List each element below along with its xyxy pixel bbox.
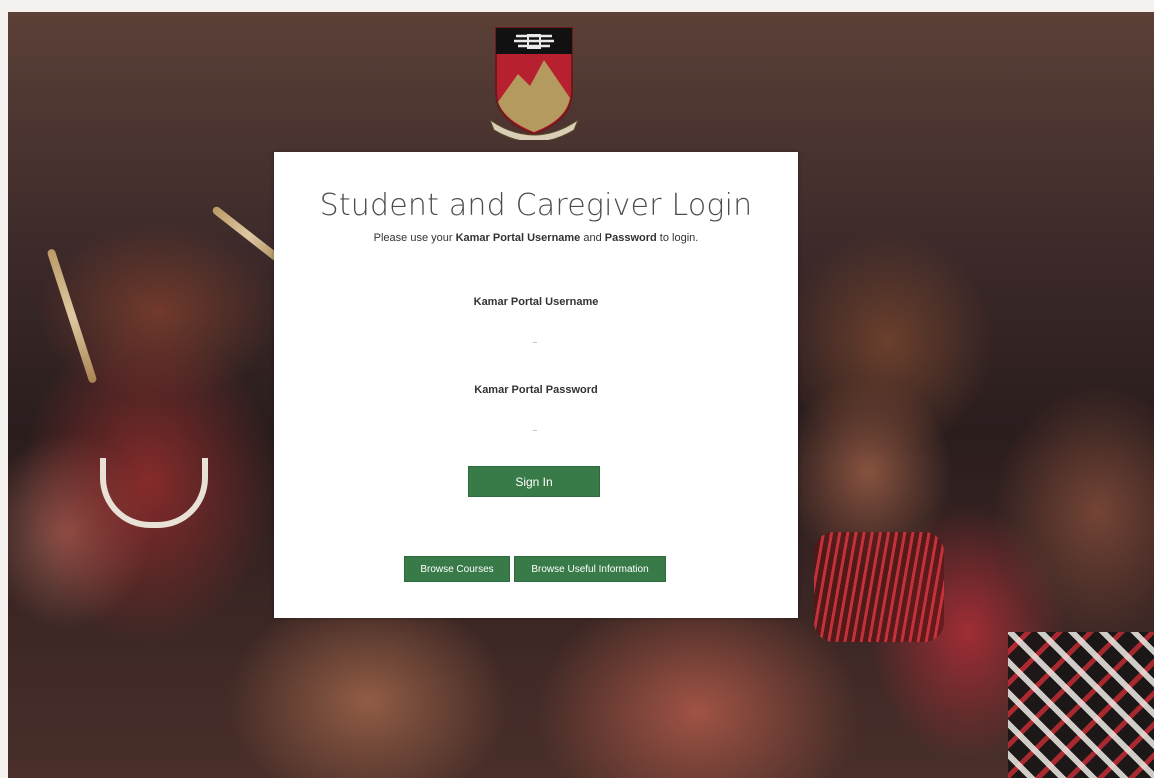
instructions-username-term: Kamar Portal Username — [455, 232, 581, 244]
bone-pendant-shape — [100, 458, 208, 528]
taiaha-shape — [46, 248, 98, 384]
page-title: Student and Caregiver Login — [319, 188, 753, 223]
taniko-pattern-shape — [1008, 632, 1154, 778]
username-caret — [533, 342, 537, 343]
instructions-suffix: to login. — [656, 232, 699, 244]
instructions-prefix: Please use your — [373, 232, 456, 244]
password-caret — [533, 430, 537, 431]
username-label: Kamar Portal Username — [473, 296, 599, 308]
password-input[interactable] — [456, 418, 620, 438]
sign-in-button[interactable]: Sign In — [468, 466, 600, 497]
browse-useful-information-button[interactable]: Browse Useful Information — [514, 556, 666, 582]
password-label: Kamar Portal Password — [474, 384, 598, 396]
school-crest-icon — [488, 27, 580, 140]
username-input[interactable] — [456, 330, 620, 350]
instructions-connector: and — [580, 232, 605, 244]
instructions-password-term: Password — [604, 232, 657, 244]
piupiu-shape — [814, 532, 944, 642]
login-card: Student and Caregiver Login Please use y… — [274, 152, 798, 618]
login-page: Student and Caregiver Login Please use y… — [0, 0, 1154, 778]
browse-courses-button[interactable]: Browse Courses — [404, 556, 510, 582]
login-instructions: Please use your Kamar Portal Username an… — [274, 231, 798, 245]
